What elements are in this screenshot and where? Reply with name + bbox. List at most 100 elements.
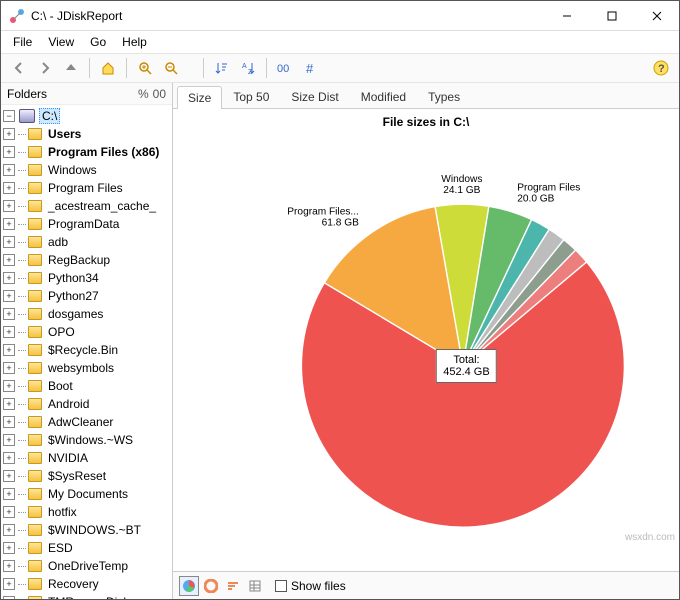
sort-down-button[interactable]	[210, 56, 234, 80]
expander-icon[interactable]: +	[3, 182, 15, 194]
show-files-checkbox[interactable]: Show files	[275, 579, 346, 593]
tree-node[interactable]: + adb	[1, 233, 172, 251]
expander-icon[interactable]: +	[3, 326, 15, 338]
tab-types[interactable]: Types	[417, 85, 471, 108]
close-button[interactable]	[634, 1, 679, 30]
tree-node-label: $Windows.~WS	[46, 433, 135, 447]
tree-node[interactable]: +NVIDIA	[1, 449, 172, 467]
forward-button[interactable]	[33, 56, 57, 80]
expander-icon[interactable]: +	[3, 236, 15, 248]
view-pie-button[interactable]	[179, 576, 199, 596]
folder-icon	[28, 344, 42, 356]
menu-go[interactable]: Go	[84, 33, 112, 51]
expander-icon[interactable]: +	[3, 542, 15, 554]
back-button[interactable]	[7, 56, 31, 80]
count-button[interactable]: #	[299, 56, 323, 80]
tree-node[interactable]: +ESD	[1, 539, 172, 557]
up-button[interactable]	[59, 56, 83, 80]
checkbox-box	[275, 580, 287, 592]
expander-icon[interactable]: +	[3, 398, 15, 410]
tree-node[interactable]: +Recovery	[1, 575, 172, 593]
expander-icon[interactable]: −	[3, 110, 15, 122]
tree-node[interactable]: +ProgramData	[1, 215, 172, 233]
menu-view[interactable]: View	[42, 33, 80, 51]
tree-node[interactable]: + $Windows.~WS	[1, 431, 172, 449]
titlebar: C:\ - JDiskReport	[1, 1, 679, 31]
tree-node[interactable]: +$WINDOWS.~BT	[1, 521, 172, 539]
expander-icon[interactable]: +	[3, 452, 15, 464]
expander-icon[interactable]: +	[3, 380, 15, 392]
expander-icon[interactable]: +	[3, 128, 15, 140]
tree-node[interactable]: +Boot	[1, 377, 172, 395]
drive-icon	[19, 109, 35, 123]
tree-node[interactable]: +My Documents	[1, 485, 172, 503]
minimize-button[interactable]	[544, 1, 589, 30]
tree-node-label: Users	[46, 127, 83, 141]
view-bars-button[interactable]	[223, 576, 243, 596]
folder-icon	[28, 488, 42, 500]
view-ring-button[interactable]	[201, 576, 221, 596]
digits-button[interactable]: 00	[273, 56, 297, 80]
menu-help[interactable]: Help	[116, 33, 153, 51]
tree-node[interactable]: +Python27	[1, 287, 172, 305]
expander-icon[interactable]: +	[3, 272, 15, 284]
tree-node[interactable]: +Program Files	[1, 179, 172, 197]
tree-node[interactable]: +OPO	[1, 323, 172, 341]
zoom-out-button[interactable]	[159, 56, 183, 80]
home-button[interactable]	[96, 56, 120, 80]
tab-size[interactable]: Size	[177, 86, 222, 109]
tree-node[interactable]: +AdwCleaner	[1, 413, 172, 431]
tree-node-label: hotfix	[46, 505, 79, 519]
expander-icon[interactable]: +	[3, 164, 15, 176]
view-table-button[interactable]	[245, 576, 265, 596]
expander-icon[interactable]: +	[3, 290, 15, 302]
expander-icon[interactable]: +	[3, 506, 15, 518]
expander-icon[interactable]: +	[3, 344, 15, 356]
maximize-button[interactable]	[589, 1, 634, 30]
pie-label: Program Files20.0 GB	[517, 182, 580, 204]
tree-root[interactable]: −C:\	[1, 107, 172, 125]
expander-icon[interactable]: +	[3, 218, 15, 230]
tree-node-label: adb	[46, 235, 70, 249]
expander-icon[interactable]: +	[3, 524, 15, 536]
tree-node[interactable]: +Program Files (x86)	[1, 143, 172, 161]
sort-alpha-button[interactable]: AZ	[236, 56, 260, 80]
zoom-in-button[interactable]	[133, 56, 157, 80]
tab-size-dist[interactable]: Size Dist	[280, 85, 349, 108]
expander-icon[interactable]: +	[3, 578, 15, 590]
help-icon[interactable]: ?	[649, 56, 673, 80]
tree-node[interactable]: + Users	[1, 125, 172, 143]
tab-top-50[interactable]: Top 50	[222, 85, 280, 108]
expander-icon[interactable]: +	[3, 488, 15, 500]
svg-text:?: ?	[658, 63, 665, 75]
tree-node[interactable]: +OneDriveTemp	[1, 557, 172, 575]
expander-icon[interactable]: +	[3, 470, 15, 482]
expander-icon[interactable]: +	[3, 254, 15, 266]
expander-icon[interactable]: +	[3, 146, 15, 158]
tree-node[interactable]: +$SysReset	[1, 467, 172, 485]
expander-icon[interactable]: +	[3, 434, 15, 446]
tree-node[interactable]: +TMRescueDisk	[1, 593, 172, 599]
expander-icon[interactable]: +	[3, 416, 15, 428]
pie-chart[interactable]: Users315.3 GBProgram Files...61.8 GBWind…	[173, 135, 679, 541]
tree-node[interactable]: +Android	[1, 395, 172, 413]
expander-icon[interactable]: +	[3, 200, 15, 212]
tree-node[interactable]: + websymbols	[1, 359, 172, 377]
tree-node[interactable]: +RegBackup	[1, 251, 172, 269]
tree-node[interactable]: +Python34	[1, 269, 172, 287]
expander-icon[interactable]: +	[3, 362, 15, 374]
tree-node-label: websymbols	[46, 361, 116, 375]
expander-icon[interactable]: +	[3, 560, 15, 572]
tree-node[interactable]: +_acestream_cache_	[1, 197, 172, 215]
tab-modified[interactable]: Modified	[350, 85, 417, 108]
sidebar-header: Folders % 00	[1, 83, 172, 105]
menu-file[interactable]: File	[7, 33, 38, 51]
svg-text:00: 00	[277, 63, 289, 75]
expander-icon[interactable]: +	[3, 308, 15, 320]
expander-icon[interactable]: +	[3, 596, 15, 599]
tree-node[interactable]: +Windows	[1, 161, 172, 179]
tree-node[interactable]: +dosgames	[1, 305, 172, 323]
folder-tree[interactable]: −C:\+Users+Program Files (x86)+Windows+P…	[1, 105, 172, 599]
tree-node[interactable]: + hotfix	[1, 503, 172, 521]
tree-node[interactable]: +$Recycle.Bin	[1, 341, 172, 359]
